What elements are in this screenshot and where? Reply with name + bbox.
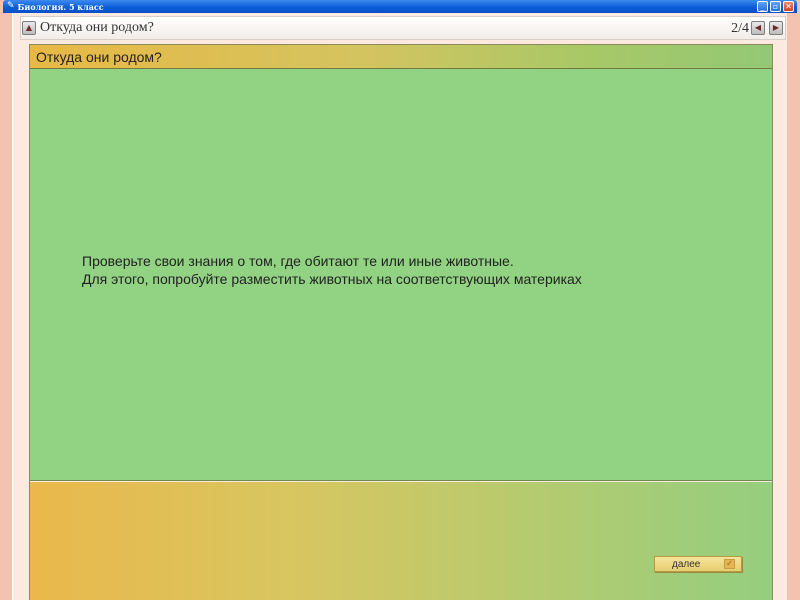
lesson-slide: Откуда они родом? Проверьте свои знания … [29,44,773,600]
lesson-header-bar: ▲ Откуда они родом? 2/4 ◀ ▶ [20,16,786,40]
lesson-title: Откуда они родом? [40,20,154,35]
window-title: Биология. 5 класс [17,1,104,12]
close-button[interactable]: ✕ [783,1,794,12]
up-triangle-icon: ▲ [25,23,33,32]
page-counter: 2/4 [731,21,749,36]
maximize-button[interactable]: ▫ [770,1,781,12]
left-triangle-icon: ◀ [754,23,762,32]
previous-page-button[interactable]: ◀ [751,21,765,35]
instruction-line-1: Проверьте свои знания о том, где обитают… [82,253,514,269]
right-triangle-icon: ▶ [772,23,780,32]
minimize-button[interactable]: _ [757,1,768,12]
app-icon: ✎ [7,1,15,11]
slide-title: Откуда они родом? [36,49,162,65]
checkbox-icon: ✓ [724,559,735,569]
slide-header: Откуда они родом? [30,45,772,69]
window-title-bar[interactable]: ✎ Биология. 5 класс _ ▫ ✕ [3,0,797,13]
frame-left-border [0,0,12,600]
slide-footer: далее ✓ [30,482,772,600]
application-window: ▲ Откуда они родом? 2/4 ◀ ▶ Откуда они р… [13,13,787,600]
lesson-menu-button[interactable]: ▲ [22,21,36,35]
instruction-text: Проверьте свои знания о том, где обитают… [82,252,742,288]
frame-right-border [787,0,800,600]
next-button[interactable]: далее ✓ [654,556,742,572]
window-controls: _ ▫ ✕ [757,1,794,12]
instruction-line-2: Для этого, попробуйте разместить животны… [82,271,582,287]
slide-content-area: Проверьте свои знания о том, где обитают… [30,69,772,481]
next-page-button[interactable]: ▶ [769,21,783,35]
next-button-label: далее [672,558,701,570]
